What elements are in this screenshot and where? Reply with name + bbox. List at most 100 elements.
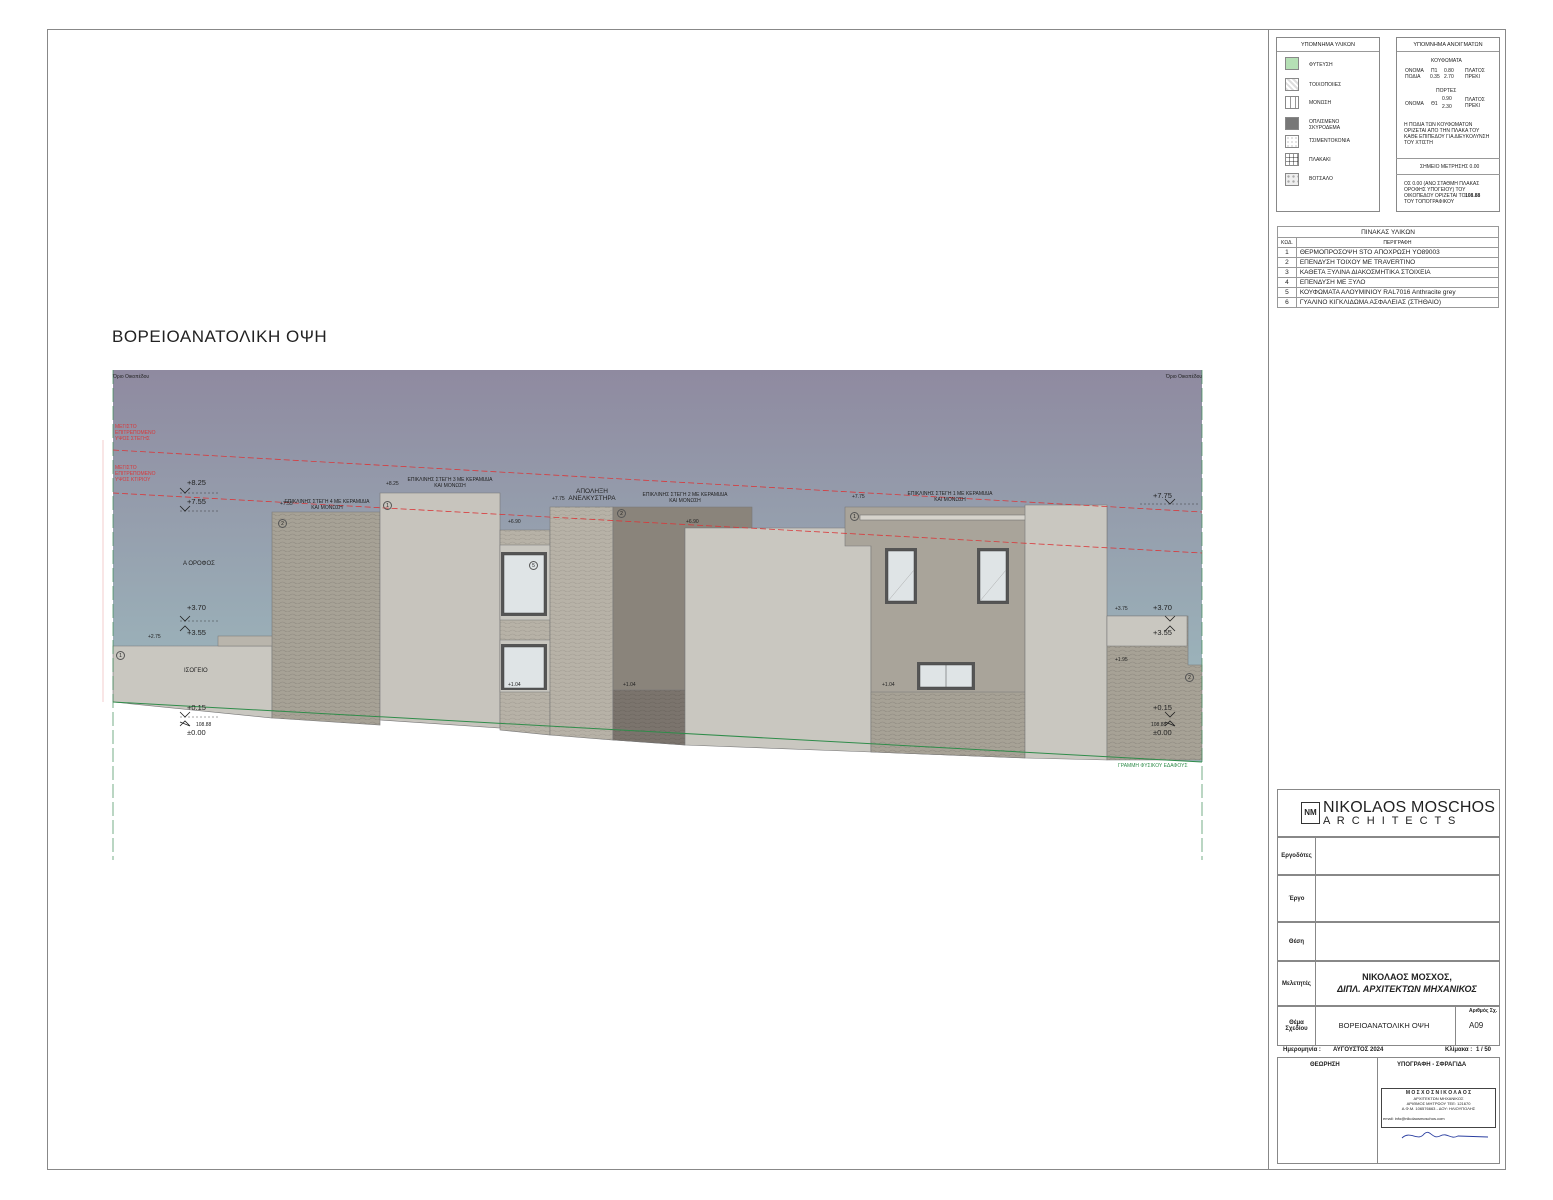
elevation-drawing [102, 370, 1203, 860]
table-row: 4 ΕΠΕΝΔΥΣΗ ΜΕ ΞΥΛΟ [1277, 277, 1500, 288]
level-label: +3.55 [1153, 628, 1172, 637]
company-logo-icon: NM [1301, 802, 1320, 824]
material-tag: 1 [850, 512, 859, 521]
col-desc: ΠΕΡΙΓΡΑΦΗ [1295, 237, 1500, 248]
roof4-label: ΕΠΙΚΛΙΝΗΣ ΣΤΕΓΗ 4 ΜΕ ΚΕΡΑΜΙΔΙΑ ΚΑΙ ΜΟΝΩΣ… [284, 499, 370, 511]
location-row: Θέση [1277, 922, 1500, 961]
col-code: ΚΩΔ. [1277, 237, 1297, 248]
project-row: Έργο [1277, 875, 1500, 922]
cell-desc: ΚΟΥΦΩΜΑΤΑ ΑΛΟΥΜΙΝΙΟΥ RAL7016 Anthracite … [1295, 287, 1500, 298]
material-tag: 5 [529, 561, 538, 570]
window-upper [503, 554, 545, 614]
legend-item: ΒΟΤΣΑΛΟ [1309, 176, 1333, 182]
legend-item: ΤΟΙΧΟΠΟΙΙΕΣ [1309, 82, 1342, 88]
location-label: Θέση [1278, 923, 1316, 960]
door-cell: ΠΡΕΚΙ [1465, 103, 1481, 109]
material-tag: 1 [383, 501, 392, 510]
max-height-roof-label: ΜΕΓΙΣΤΟ ΕΠΙΤΡΕΠΟΜΕΝΟ ΥΨΟΣ ΣΤΕΓΗΣ [115, 424, 156, 442]
cell-desc: ΚΑΘΕΤΑ ΞΥΛΙΝΑ ΔΙΑΚΟΣΜΗΤΙΚΑ ΣΤΟΙΧΕΙΑ [1295, 267, 1500, 278]
ground-line-label: ΓΡΑΜΜΗ ΦΥΣΙΚΟΥ ΕΔΑΦΟΥΣ [1118, 763, 1188, 769]
cell-code: 2 [1277, 257, 1297, 268]
date-value: ΑΥΓΟΥΣΤΟΣ 2024 [1333, 1047, 1384, 1053]
designers-label: Μελετητές [1278, 962, 1316, 1005]
materials-table: ΠΙΝΑΚΑΣ ΥΛΙΚΩΝ ΚΩΔ. ΠΕΡΙΓΡΑΦΗ 1 ΘΕΡΜΟΠΡΟΣΟ… [1277, 226, 1500, 308]
middle-wall [684, 527, 872, 753]
table-row: 5 ΚΟΥΦΩΜΑΤΑ ΑΛΟΥΜΙΝΙΟΥ RAL7016 Anthracite… [1277, 287, 1500, 298]
scale-label: Κλίμακα : [1445, 1047, 1473, 1053]
small-level: +7.75 [552, 496, 565, 502]
table-row: 1 ΘΕΡΜΟΠΡΟΣΟΨΗ STO ΑΠΟΧΡΩΣΗ YO89003 [1277, 247, 1500, 258]
cell-desc: ΕΠΕΝΔΥΣΗ ΜΕ ΞΥΛΟ [1295, 277, 1500, 288]
project-label: Έργο [1278, 876, 1316, 921]
roof1-label: ΕΠΙΚΛΙΝΗΣ ΣΤΕΓΗ 1 ΜΕ ΚΕΡΑΜΙΔΙΑ ΚΑΙ ΜΟΝΩΣ… [907, 491, 993, 503]
win-cell: ΠΡΕΚΙ [1465, 74, 1481, 80]
tower-roof3 [379, 492, 501, 729]
datum-value: 108.88 [1465, 193, 1481, 199]
roof2-label: ΕΠΙΚΛΙΝΗΣ ΣΤΕΓΗ 2 ΜΕ ΚΕΡΑΜΙΔΙΑ ΚΑΙ ΜΟΝΩΣ… [642, 492, 728, 504]
plot-limit-right-label: Όριο Οικοπέδου [1166, 374, 1203, 380]
plot-limit-left-label: Όριο Οικοπέδου [113, 374, 150, 380]
material-tag: 2 [1185, 673, 1194, 682]
cell-desc: ΓΥΑΛΙΝΟ ΚΙΓΚΛΙΔΩΜΑ ΑΣΦΑΛΕΙΑΣ (ΣΤΗΘΑΙΟ) [1295, 297, 1500, 308]
window-roof1-left [887, 550, 915, 602]
level-label: +3.55 [187, 628, 206, 637]
cell-desc: ΘΕΡΜΟΠΡΟΣΟΨΗ STO ΑΠΟΧΡΩΣΗ YO89003 [1295, 247, 1500, 258]
date-label: Ημερομηνία : [1283, 1047, 1321, 1053]
table-row: 2 ΕΠΕΝΔΥΣΗ ΤΟΙΧΟΥ ΜΕ TRAVERTINO [1277, 257, 1500, 268]
datum-note: ΟΣ 0.00 (ΑΝΩ ΣΤΑΘΜΗ ΠΛΑΚΑΣ ΟΡΟΦΗΣ ΥΠΟΓΕΙ… [1404, 181, 1480, 199]
small-level: +1.95 [1115, 657, 1128, 663]
cell-desc: ΕΠΕΝΔΥΣΗ ΤΟΙΧΟΥ ΜΕ TRAVERTINO [1295, 257, 1500, 268]
max-height-building-label: ΜΕΓΙΣΤΟ ΕΠΙΤΡΕΠΟΜΕΝΟ ΥΨΟΣ ΚΤΙΡΙΟΥ [115, 465, 156, 483]
signature [1401, 1131, 1489, 1139]
stamp-line: Α.Φ.Μ. 106576663 - ΔΟΥ: ΗΛΙΟΥΠΟΛΗΣ [1401, 1106, 1476, 1111]
small-level: +1.04 [623, 682, 636, 688]
designer-title: ΔΙΠΛ. ΑΡΧΙΤΕΚΤΩΝ ΜΗΧΑΝΙΚΟΣ [1337, 984, 1477, 994]
elevator-tower [549, 506, 614, 741]
materials-table-title: ΠΙΝΑΚΑΣ ΥΛΙΚΩΝ [1277, 226, 1499, 238]
material-tag: 2 [278, 519, 287, 528]
legend-item: ΟΠΛΙΣΜΕΝΟ ΣΚΥΡΟΔΕΜΑ [1309, 119, 1341, 131]
employer-row: Εργοδότες [1277, 837, 1500, 875]
small-level: +2.75 [148, 634, 161, 640]
win-cell: ΠΟΔΙΑ [1405, 74, 1421, 80]
level-label: +0.15 [187, 703, 206, 712]
level-label: ±0.00 [1153, 728, 1172, 737]
level-label: +0.15 [1153, 703, 1172, 712]
ground-floor-label: ΙΣΟΓΕΙΟ [184, 668, 208, 674]
table-row: 3 ΚΑΘΕΤΑ ΞΥΛΙΝΑ ΔΙΑΚΟΣΜΗΤΙΚΑ ΣΤΟΙΧΕΙΑ [1277, 267, 1500, 278]
small-level: +3.75 [1115, 606, 1128, 612]
roof3-label: ΕΠΙΚΛΙΝΗΣ ΣΤΕΓΗ 3 ΜΕ ΚΕΡΑΜΙΔΙΑ ΚΑΙ ΜΟΝΩΣ… [407, 477, 493, 489]
windows-heading: ΚΟΥΦΩΜΑΤΑ [1431, 58, 1462, 64]
level-label: +3.70 [187, 603, 206, 612]
employer-label: Εργοδότες [1278, 838, 1316, 874]
cell-code: 4 [1277, 277, 1297, 288]
cell-code: 5 [1277, 287, 1297, 298]
tower-roof4 [271, 511, 381, 726]
small-level: +6.90 [508, 519, 521, 525]
level-label: +7.55 [187, 497, 206, 506]
drawing-number-label: Αριθμός Σχ. [1469, 1008, 1498, 1014]
approval-label: ΘΕΩΡΗΣΗ [1310, 1062, 1340, 1068]
cell-code: 6 [1277, 297, 1297, 308]
small-level: +7.75 [852, 494, 865, 500]
openings-legend-title: ΥΠΟΜΝΗΜΑ ΑΝΟΙΓΜΑΤΩΝ [1397, 38, 1499, 52]
stamp-line: email: info@nikolaosmoschos.com [1383, 1116, 1445, 1121]
legend-item: ΦΥΤΕΥΣΗ [1309, 62, 1333, 68]
win-cell: 2.70 [1444, 74, 1454, 80]
cell-code: 3 [1277, 267, 1297, 278]
legend-item: ΠΛΑΚΑΚΙ [1309, 157, 1331, 163]
door-cell: Θ1 [1431, 101, 1438, 107]
door-cell: ΟΝΟΜΑ [1405, 101, 1424, 107]
table-row: 6 ΓΥΑΛΙΝΟ ΚΙΓΚΛΙΔΩΜΑ ΑΣΦΑΛΕΙΑΣ (ΣΤΗΘΑΙΟ) [1277, 297, 1500, 308]
small-level: +1.04 [882, 682, 895, 688]
designer-name: ΝΙΚΟΛΑΟΣ ΜΟΣΧΟΣ, [1362, 972, 1452, 982]
openings-note: Η ΠΟΔΙΑ ΤΩΝ ΚΟΥΦΩΜΑΤΩΝ ΟΡΙΖΕΤΑΙ ΑΠΟ ΤΗΝ … [1404, 122, 1490, 146]
legend-item: ΜΟΝΩΣΗ [1309, 100, 1332, 106]
small-level: +6.90 [686, 519, 699, 525]
elevator-label: ΑΠΟΛΗΞΗ ΑΝΕΛΚΥΣΤΗΡΑ [568, 488, 616, 502]
drawing-title: ΒΟΡΕΙΟΑΝΑΤΟΛΙΚΗ ΟΨΗ [112, 327, 328, 346]
drawing-number: Α09 [1469, 1021, 1484, 1030]
datum-label: ΣΗΜΕΙΟ ΜΕΤΡΗΣΗΣ 0.00 [1420, 164, 1480, 170]
legend-item: ΤΣΙΜΕΝΤΟΚΟΝΙΑ [1309, 138, 1350, 144]
drawing-subject: ΒΟΡΕΙΟΑΝΑΤΟΛΙΚΗ ΟΨΗ [1338, 1021, 1430, 1030]
